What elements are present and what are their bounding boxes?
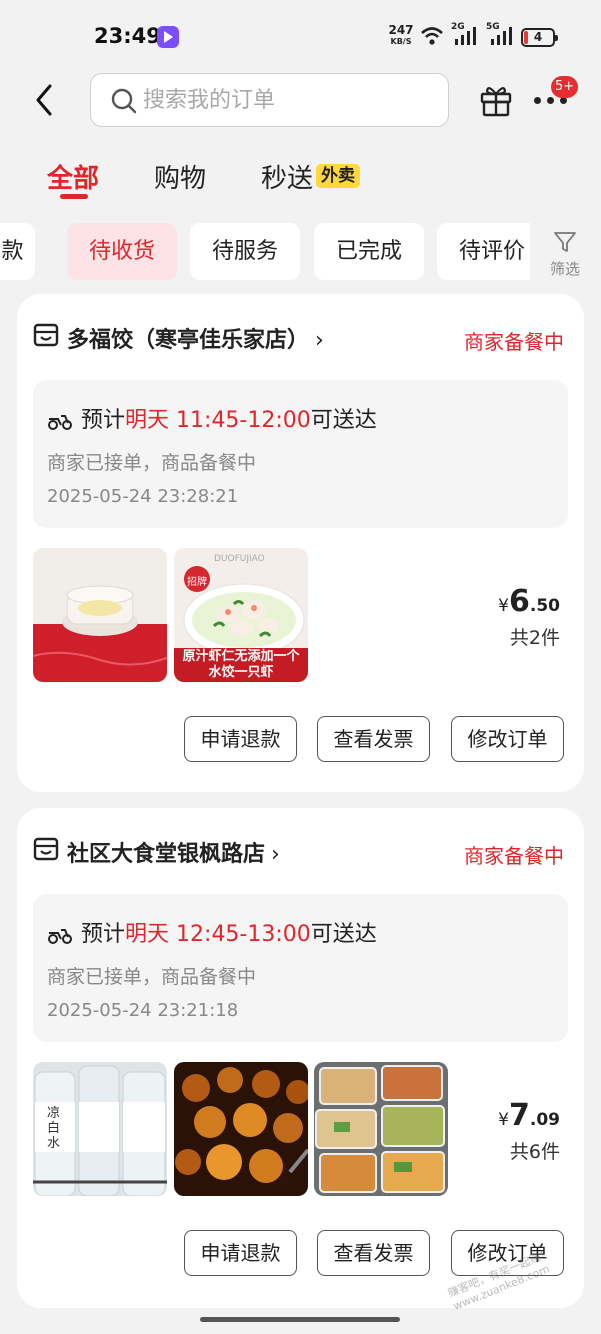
gift-icon[interactable]	[478, 82, 514, 118]
wifi-icon	[421, 27, 443, 45]
signature-badge: 招牌	[187, 577, 207, 588]
product-thumbnail[interactable]: 招牌 DUOFUJIAO 原汁虾仁无添加一个水饺一只虾	[174, 548, 308, 682]
dot-icon	[534, 97, 541, 104]
chip-completed[interactable]: 已完成	[314, 223, 424, 280]
product-thumbnail[interactable]	[33, 548, 167, 682]
shop-icon	[33, 837, 59, 861]
tab-shopping[interactable]: 购物	[154, 158, 206, 195]
chevron-right-icon: ›	[315, 328, 324, 353]
filter-button[interactable]: 筛选	[540, 228, 590, 278]
delivery-eta: 预计明天 11:45-12:00可送达	[47, 402, 377, 434]
refund-button[interactable]: 申请退款	[184, 1230, 297, 1276]
back-icon[interactable]	[30, 82, 60, 118]
network-speed: 247 KB/S	[388, 23, 414, 46]
shop-name-link[interactable]: 社区大食堂银枫路店 ›	[67, 836, 280, 868]
product-thumbnail[interactable]	[174, 1062, 308, 1196]
delivery-info: 预计明天 11:45-12:00可送达 商家已接单，商品备餐中 2025-05-…	[33, 380, 568, 528]
order-status: 商家备餐中	[464, 330, 564, 354]
chip-pending-review[interactable]: 待评价	[437, 223, 530, 280]
search-box[interactable]	[90, 73, 449, 127]
item-count: 共2件	[509, 627, 560, 649]
product-label-text: 凉白水	[47, 1106, 61, 1151]
chevron-right-icon: ›	[271, 842, 280, 867]
message-badge: 5+	[551, 76, 579, 98]
refund-button[interactable]: 申请退款	[184, 716, 297, 762]
brand-label: DUOFUJIAO	[214, 554, 265, 564]
home-indicator[interactable]	[200, 1317, 400, 1322]
dot-icon	[547, 97, 554, 104]
scooter-icon	[48, 415, 72, 430]
shop-name-link[interactable]: 多福饺（寒亭佳乐家店） ›	[67, 322, 324, 354]
scooter-icon	[48, 929, 72, 944]
boxed-meals-image	[314, 1062, 448, 1196]
tab-all[interactable]: 全部	[47, 158, 99, 195]
signal-icon	[491, 27, 512, 45]
chip-pending-receipt[interactable]: 待收货	[67, 223, 177, 280]
battery-icon: 4	[521, 28, 558, 47]
order-card[interactable]: 多福饺（寒亭佳乐家店） › 商家备餐中 预计明天 11:45-12:00可送达 商…	[17, 294, 584, 792]
chip-pending-service[interactable]: 待服务	[190, 223, 300, 280]
order-time: 2025-05-24 23:21:18	[47, 1000, 239, 1021]
shop-icon	[33, 323, 59, 347]
signal-icon	[455, 27, 476, 45]
status-time: 23:49	[94, 24, 161, 48]
dot-icon	[560, 97, 567, 104]
product-thumbnail[interactable]	[314, 1062, 448, 1196]
braised-eggs-image	[174, 1062, 308, 1196]
modify-order-button[interactable]: 修改订单	[451, 716, 564, 762]
delivery-eta: 预计明天 12:45-13:00可送达	[47, 916, 377, 948]
takeout-tag: 外卖	[316, 164, 360, 188]
order-card[interactable]: 社区大食堂银枫路店 › 商家备餐中 预计明天 12:45-13:00可送达 商家已…	[17, 808, 584, 1308]
tab-express[interactable]: 秒送	[261, 158, 313, 195]
order-time: 2025-05-24 23:28:21	[47, 486, 239, 507]
chip-refund[interactable]: 款	[0, 223, 35, 280]
dumpling-soup-cup-image	[33, 548, 167, 682]
product-thumbnail[interactable]: 凉白水	[33, 1062, 167, 1196]
order-sub-status: 商家已接单，商品备餐中	[47, 966, 257, 988]
filter-label: 筛选	[549, 260, 580, 278]
order-price: ¥7.09	[498, 1098, 560, 1133]
item-count: 共6件	[509, 1141, 560, 1163]
order-sub-status: 商家已接单，商品备餐中	[47, 452, 257, 474]
order-price: ¥6.50	[498, 584, 560, 619]
product-slogan: 原汁虾仁无添加一个水饺一只虾	[182, 649, 300, 680]
search-input[interactable]	[143, 83, 433, 117]
filter-icon	[554, 232, 576, 252]
search-icon	[111, 88, 137, 114]
app-notification-icon	[157, 26, 179, 48]
tab-active-indicator	[60, 194, 88, 199]
status-filter-bar: 款 待收货 待服务 已完成 待评价	[0, 223, 530, 281]
delivery-info: 预计明天 12:45-13:00可送达 商家已接单，商品备餐中 2025-05-…	[33, 894, 568, 1042]
status-bar: 23:49 247 KB/S 2G 5G 4	[0, 0, 601, 70]
order-status: 商家备餐中	[464, 844, 564, 868]
invoice-button[interactable]: 查看发票	[317, 716, 430, 762]
invoice-button[interactable]: 查看发票	[317, 1230, 430, 1276]
